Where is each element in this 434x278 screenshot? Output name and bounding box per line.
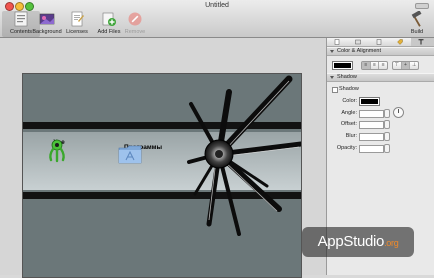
offset-stepper[interactable] [384,120,390,129]
applications-folder-item[interactable]: Программы [118,144,168,164]
angle-label: Angle: [341,110,357,116]
angle-field[interactable] [359,110,384,118]
align-center-button[interactable]: ≡ [371,62,380,69]
shadow-color-label: Color: [342,98,357,104]
remove-button[interactable]: Remove [116,11,154,37]
canvas-workspace: Xee Программы [0,38,326,278]
document-tab-icon [334,39,340,45]
vertical-alignment-control[interactable]: ⊤ + ⊥ [392,61,419,70]
license-document-icon [71,11,84,27]
document-tab[interactable] [327,38,348,46]
hammer-icon [411,11,422,27]
disclosure-triangle-icon [330,76,334,79]
toolbar-toggle-button[interactable] [415,3,429,9]
file-tab-icon [376,39,382,45]
shadow-section[interactable]: Shadow [327,73,434,82]
text-tab-icon [418,39,424,45]
shadow-checkbox[interactable] [332,87,338,93]
background-artwork [23,74,301,277]
horizontal-alignment-control[interactable]: ≡ ≡ ≡ [361,61,388,70]
window-tab-icon [355,39,361,45]
shadow-color-well[interactable] [359,97,380,106]
angle-dial[interactable] [393,107,404,118]
opacity-field[interactable] [359,145,384,153]
build-label: Build [410,29,424,35]
window-title: Untitled [205,2,229,9]
remove-label: Remove [124,29,146,35]
watermark-tld: .org [384,238,399,248]
remove-icon [128,12,142,26]
align-top-button[interactable]: ⊤ [393,62,402,69]
align-bottom-button[interactable]: ⊥ [410,62,418,69]
align-right-button[interactable]: ≡ [379,62,387,69]
color-alignment-controls: ≡ ≡ ≡ ⊤ + ⊥ [327,56,434,73]
tag-tab-icon [397,39,403,45]
opacity-stepper[interactable] [384,144,390,153]
shadow-section-title: Shadow [337,74,357,80]
appstudio-watermark: AppStudio.org [302,227,414,257]
inspector-tabs [327,38,434,47]
window-toolbar: Untitled Contents Background Licenses Ad… [0,0,434,38]
folder-icon [118,145,142,164]
tag-tab[interactable] [390,38,411,46]
watermark-brand: AppStudio [317,233,385,250]
align-left-button[interactable]: ≡ [362,62,371,69]
shadow-checkbox-label: Shadow [339,86,359,92]
build-button[interactable]: Build [400,11,434,37]
offset-field[interactable] [359,121,384,129]
color-alignment-title: Color & Alignment [337,48,382,54]
blur-stepper[interactable] [384,132,390,141]
text-color-well[interactable] [332,61,353,70]
color-alignment-section[interactable]: Color & Alignment [327,47,434,56]
angle-stepper[interactable] [384,109,390,118]
xee-app-icon [49,139,65,163]
background-image-icon [39,13,55,25]
dmg-background-canvas[interactable]: Xee Программы [22,73,302,278]
disclosure-triangle-icon [330,50,334,53]
xee-app-item[interactable]: Xee [47,139,71,163]
opacity-label: Opacity: [336,145,357,151]
add-files-icon [102,12,116,26]
align-middle-button[interactable]: + [401,62,411,69]
window-tab[interactable] [348,38,369,46]
blur-field[interactable] [359,133,384,141]
offset-label: Offset: [340,121,357,127]
contents-icon [14,11,28,27]
blur-label: Blur: [345,133,357,139]
file-tab[interactable] [369,38,390,46]
shadow-controls: Shadow Color: Angle: Offset: Blur: Opaci… [327,82,434,182]
text-tab[interactable] [411,38,434,46]
